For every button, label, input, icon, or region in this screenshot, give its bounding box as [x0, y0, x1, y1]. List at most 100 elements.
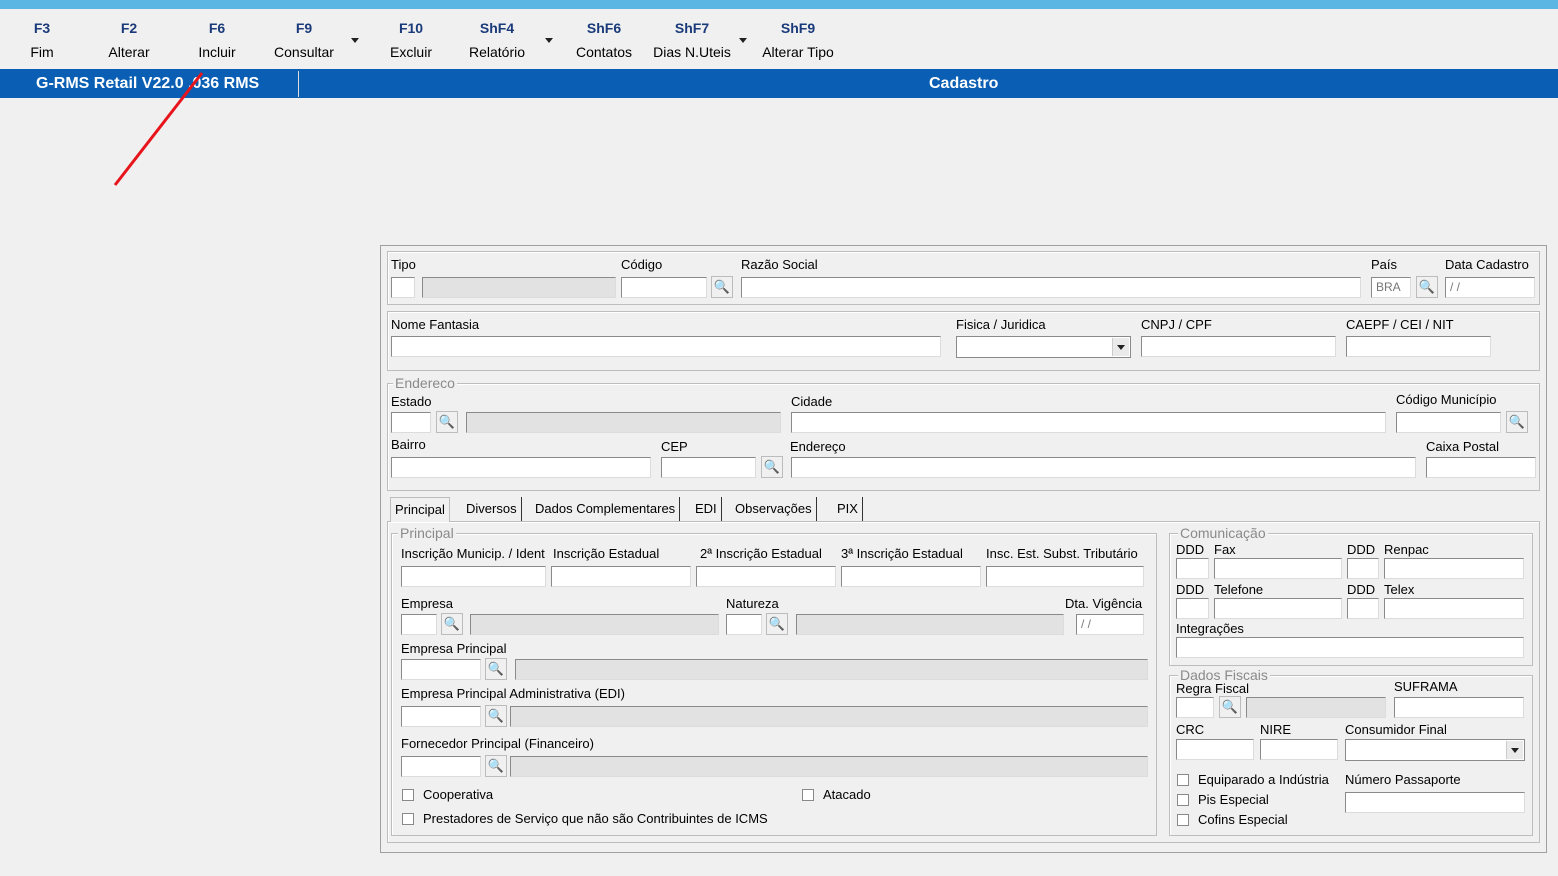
- caixa-postal-input[interactable]: [1426, 457, 1536, 478]
- prestadores-checkbox[interactable]: [402, 813, 414, 825]
- razao-social-input[interactable]: [741, 277, 1361, 298]
- nire-input[interactable]: [1260, 739, 1338, 760]
- binoculars-icon[interactable]: 🔍: [766, 613, 788, 635]
- alterar-label: Alterar: [108, 44, 150, 60]
- tipo-input[interactable]: [391, 277, 415, 298]
- tipo-description-field: [422, 277, 616, 298]
- alterar-tipo-button[interactable]: ShF9 Alterar Tipo: [754, 19, 842, 61]
- prestadores-label: Prestadores de Serviço que não são Contr…: [423, 811, 768, 826]
- insc-municip-input[interactable]: [401, 566, 546, 587]
- endereco-input[interactable]: [791, 457, 1416, 478]
- dias-uteis-button[interactable]: ShF7 Dias N.Uteis: [648, 19, 736, 61]
- binoculars-icon[interactable]: 🔍: [1506, 411, 1528, 433]
- caixa-postal-label: Caixa Postal: [1426, 439, 1499, 454]
- tab-principal[interactable]: Principal: [390, 497, 450, 522]
- insc-estadual-3-input[interactable]: [841, 566, 981, 587]
- renpac-ddd-input[interactable]: [1347, 558, 1379, 579]
- excluir-button[interactable]: F10 Excluir: [384, 19, 438, 61]
- binoculars-icon[interactable]: 🔍: [485, 658, 507, 680]
- chevron-down-icon[interactable]: [1506, 741, 1523, 759]
- alterar-tipo-key: ShF9: [780, 20, 816, 36]
- tab-diversos[interactable]: Diversos: [462, 497, 522, 521]
- estado-input[interactable]: [391, 412, 431, 433]
- caepf-input[interactable]: [1346, 336, 1491, 357]
- numero-passaporte-input[interactable]: [1345, 792, 1525, 813]
- relatorio-dropdown-icon[interactable]: [545, 38, 553, 43]
- consultar-dropdown-icon[interactable]: [351, 38, 359, 43]
- dta-vigencia-input[interactable]: / /: [1076, 614, 1144, 635]
- alterar-button[interactable]: F2 Alterar: [103, 19, 155, 61]
- binoculars-icon[interactable]: 🔍: [436, 411, 458, 433]
- tab-pix[interactable]: PIX: [833, 497, 863, 521]
- fax-ddd-input[interactable]: [1176, 558, 1209, 579]
- pais-input[interactable]: BRA: [1371, 277, 1411, 298]
- data-cadastro-input[interactable]: / /: [1445, 277, 1535, 298]
- binoculars-icon[interactable]: 🔍: [1416, 276, 1438, 298]
- insc-estadual-2-input[interactable]: [696, 566, 836, 587]
- contatos-button[interactable]: ShF6 Contatos: [572, 19, 636, 61]
- insc-estadual-3-label: 3ª Inscrição Estadual: [841, 546, 963, 561]
- empresa-principal-adm-input[interactable]: [401, 706, 481, 727]
- insc-estadual-input[interactable]: [551, 566, 691, 587]
- telefone-input[interactable]: [1214, 598, 1342, 619]
- binoculars-icon[interactable]: 🔍: [485, 705, 507, 727]
- endereco-label: Endereço: [790, 439, 846, 454]
- renpac-input[interactable]: [1384, 558, 1524, 579]
- cnpj-cpf-input[interactable]: [1141, 336, 1336, 357]
- fornecedor-principal-label: Fornecedor Principal (Financeiro): [401, 736, 594, 751]
- integracoes-label: Integrações: [1176, 621, 1244, 636]
- binoculars-icon[interactable]: 🔍: [1219, 696, 1241, 718]
- insc-estadual-label: Inscrição Estadual: [553, 546, 660, 561]
- cep-input[interactable]: [661, 457, 756, 478]
- codigo-input[interactable]: [621, 277, 707, 298]
- fax-label: Fax: [1214, 542, 1236, 557]
- telex-ddd-input[interactable]: [1347, 598, 1379, 619]
- consumidor-final-select[interactable]: [1345, 739, 1525, 761]
- relatorio-button[interactable]: ShF4 Relatório: [463, 19, 531, 61]
- cidade-input[interactable]: [791, 412, 1386, 433]
- pis-especial-checkbox[interactable]: [1177, 794, 1189, 806]
- bairro-input[interactable]: [391, 457, 651, 478]
- fornecedor-principal-input[interactable]: [401, 756, 481, 777]
- integracoes-input[interactable]: [1176, 637, 1524, 658]
- arrow-line: [113, 72, 204, 186]
- fim-key: F3: [33, 20, 51, 36]
- empresa-principal-input[interactable]: [401, 659, 481, 680]
- natureza-input[interactable]: [726, 614, 762, 635]
- fim-button[interactable]: F3 Fim: [26, 19, 58, 61]
- insc-est-subst-input[interactable]: [986, 566, 1144, 587]
- suframa-input[interactable]: [1394, 697, 1524, 718]
- regra-fiscal-input[interactable]: [1176, 697, 1214, 718]
- suframa-label: SUFRAMA: [1394, 679, 1458, 694]
- cofins-especial-checkbox[interactable]: [1177, 814, 1189, 826]
- codigo-municipio-input[interactable]: [1396, 412, 1501, 433]
- incluir-button[interactable]: F6 Incluir: [193, 19, 241, 61]
- title-separator: [298, 71, 299, 97]
- fisica-juridica-label: Fisica / Juridica: [956, 317, 1046, 332]
- binoculars-icon[interactable]: 🔍: [761, 456, 783, 478]
- binoculars-icon[interactable]: 🔍: [711, 276, 733, 298]
- chevron-down-icon[interactable]: [1112, 338, 1129, 356]
- fisica-juridica-select[interactable]: [956, 336, 1131, 358]
- nome-fantasia-input[interactable]: [391, 336, 941, 357]
- dias-uteis-dropdown-icon[interactable]: [739, 38, 747, 43]
- section-title: Cadastro: [929, 75, 999, 92]
- crc-input[interactable]: [1176, 739, 1254, 760]
- cidade-label: Cidade: [791, 394, 833, 409]
- tab-edi[interactable]: EDI: [691, 497, 722, 521]
- atacado-label: Atacado: [823, 787, 871, 802]
- atacado-checkbox[interactable]: [802, 789, 814, 801]
- regra-fiscal-description-field: [1246, 697, 1386, 718]
- tab-dados-complementares[interactable]: Dados Complementares: [531, 497, 681, 521]
- empresa-input[interactable]: [401, 614, 437, 635]
- consultar-button[interactable]: F9 Consultar: [268, 19, 340, 61]
- binoculars-icon[interactable]: 🔍: [441, 613, 463, 635]
- empresa-label: Empresa: [401, 596, 454, 611]
- telex-input[interactable]: [1384, 598, 1524, 619]
- equiparado-checkbox[interactable]: [1177, 774, 1189, 786]
- binoculars-icon[interactable]: 🔍: [485, 755, 507, 777]
- tab-observacoes[interactable]: Observações: [731, 497, 817, 521]
- telefone-ddd-input[interactable]: [1176, 598, 1209, 619]
- cooperativa-checkbox[interactable]: [402, 789, 414, 801]
- fax-input[interactable]: [1214, 558, 1342, 579]
